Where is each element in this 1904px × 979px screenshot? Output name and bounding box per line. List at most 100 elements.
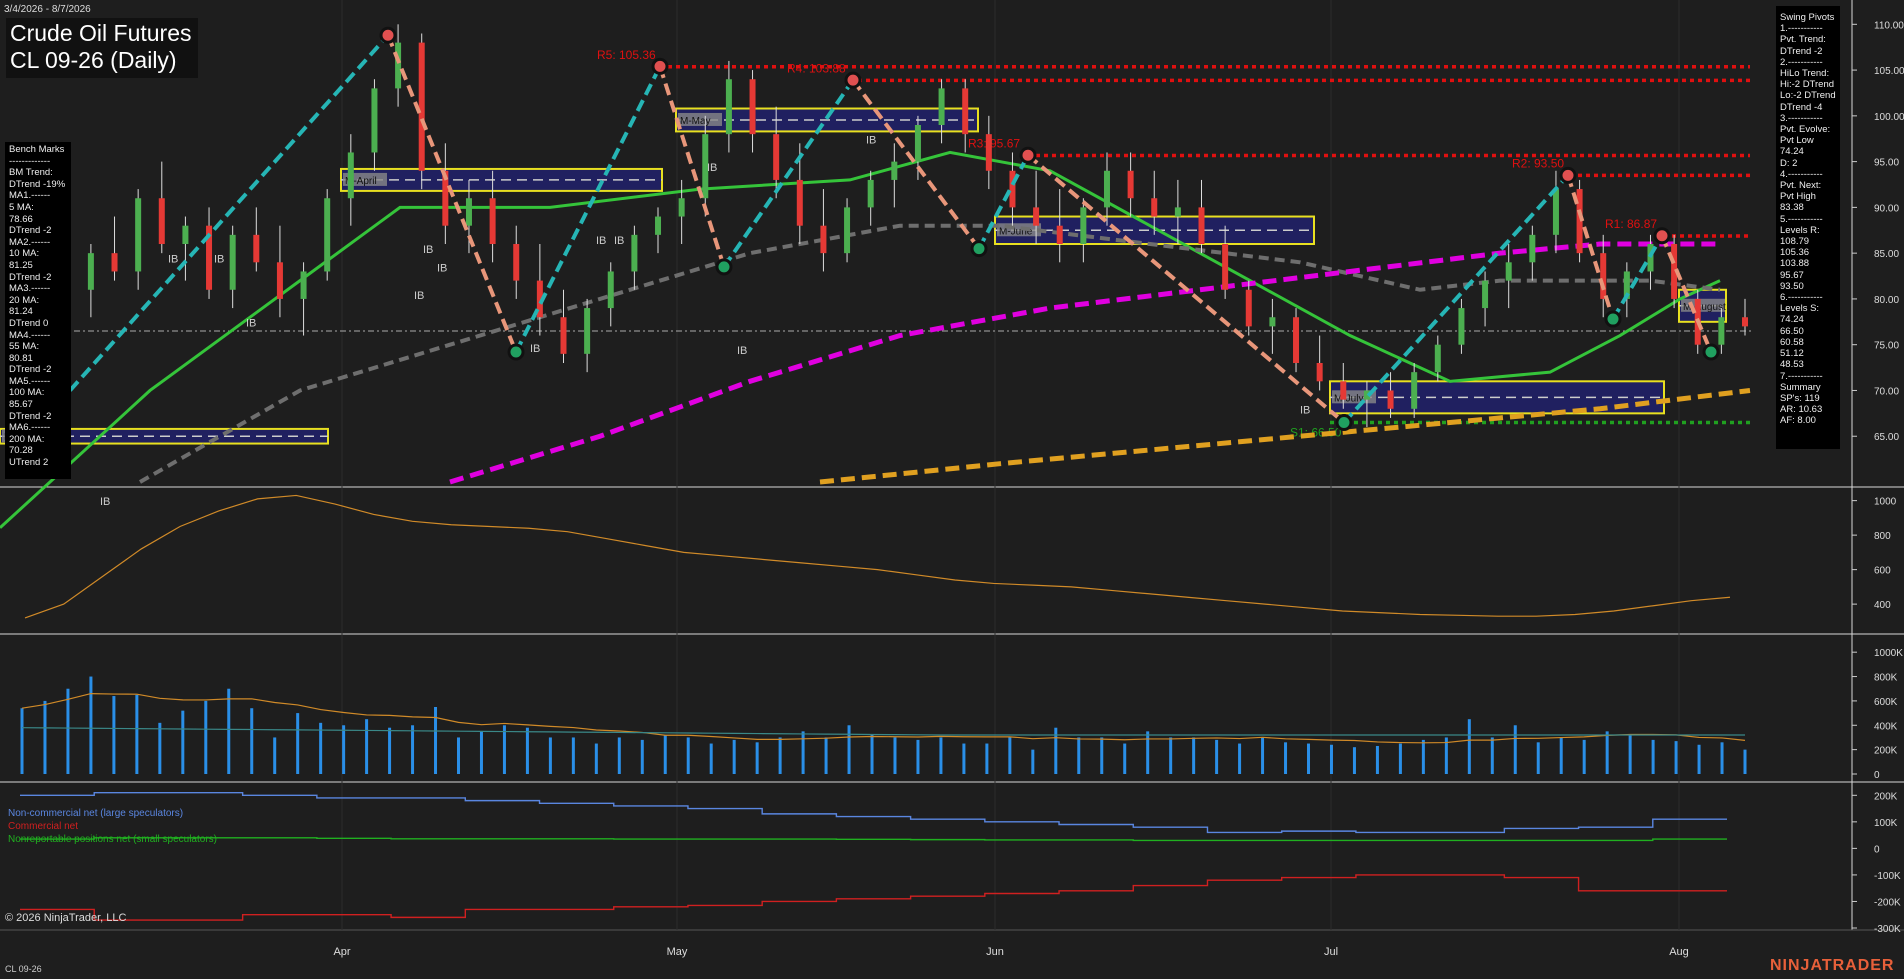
candle-down: [1316, 363, 1323, 382]
cot-tick-label: -100K: [1874, 871, 1901, 882]
y-tick-label: 105.00: [1874, 66, 1904, 77]
candle-down: [1151, 198, 1158, 217]
volume-bar: [1490, 737, 1494, 774]
x-tick-label: Jul: [1324, 946, 1338, 958]
candle-up: [1434, 344, 1441, 373]
volume-bar: [1651, 739, 1655, 774]
cot-tick-label: 200K: [1874, 791, 1898, 802]
volume-bar: [1192, 737, 1196, 774]
cot-legend: Non-commercial net (large speculators) C…: [8, 807, 217, 846]
volume-bar: [893, 737, 897, 774]
bench-line: MA3.------: [9, 283, 51, 295]
volume-bar: [778, 737, 782, 774]
volume-bar: [181, 710, 185, 774]
candle-up: [584, 308, 591, 354]
bench-line: 81.24: [9, 306, 33, 318]
volume-bar: [732, 739, 736, 774]
pivot-high-marker: [844, 71, 862, 89]
volume-bar: [824, 737, 828, 774]
volume-bar: [1536, 742, 1540, 774]
volume-bar: [1674, 741, 1678, 774]
candle-down: [111, 253, 118, 272]
swing-line: 93.50: [1780, 280, 1804, 292]
candle-down: [1387, 390, 1394, 409]
ninjatrader-logo: NINJATRADER: [1770, 957, 1895, 974]
candle-down: [489, 198, 496, 244]
volume-bar: [1215, 739, 1219, 774]
swing-line: AR: 10.63: [1780, 404, 1823, 416]
bench-line: 85.67: [9, 399, 33, 411]
volume-bar: [1100, 737, 1104, 774]
candle-up: [1458, 308, 1465, 345]
candle-up: [725, 79, 732, 135]
pivot-high-marker: [1653, 227, 1671, 245]
volume-bar: [1031, 749, 1035, 774]
bench-line: MA4.------: [9, 329, 51, 341]
candle-down: [985, 134, 992, 171]
volume-bar: [1697, 744, 1701, 774]
candle-down: [513, 244, 520, 281]
candle-down: [820, 225, 827, 254]
x-tick-label: Jun: [986, 946, 1004, 958]
cot-series-line: [20, 791, 1727, 834]
volume-bar: [847, 725, 851, 774]
swing-line: 51.12: [1780, 348, 1804, 360]
swing-line: 105.36: [1780, 247, 1810, 259]
ib-label: IB: [168, 253, 178, 265]
volume-bar: [1582, 739, 1586, 774]
candle-down: [1600, 253, 1607, 299]
candle-up: [1552, 189, 1559, 235]
vol-tick-label: 0: [1874, 770, 1880, 781]
candle-down: [1293, 317, 1300, 363]
volume-bar: [1169, 737, 1173, 774]
swing-line: 2.-----------: [1780, 56, 1823, 68]
swing-down-line: [386, 34, 518, 353]
candle-up: [678, 198, 685, 217]
volume-bar: [1421, 739, 1425, 774]
volume-bar: [1743, 749, 1747, 774]
swing-down-line: [851, 78, 981, 250]
ib-label: IB: [530, 343, 540, 355]
candle-up: [87, 253, 94, 290]
ib-label: IB: [437, 262, 447, 274]
candle-up: [867, 179, 874, 208]
volume-bar: [273, 737, 277, 774]
pivot-low-marker: [1335, 414, 1353, 431]
swing-down-line: [1026, 153, 1346, 425]
pivot-low-marker: [1702, 343, 1720, 361]
candle-down: [1222, 244, 1229, 290]
volume-bar: [456, 737, 460, 774]
candle-down: [418, 42, 425, 171]
candle-up: [1411, 372, 1418, 409]
cot-tick-label: 0: [1874, 844, 1880, 855]
swing-line: 3.-----------: [1780, 112, 1823, 124]
volume-bar: [1123, 743, 1127, 774]
volume-bar: [525, 727, 529, 774]
swing-line: 74.24: [1780, 146, 1804, 158]
pivot-high-marker: [379, 26, 397, 44]
swing-line: Swing Pivots: [1780, 12, 1835, 23]
volume-bar: [571, 737, 575, 774]
candle-down: [796, 179, 803, 226]
candle-up: [607, 271, 614, 309]
ib-label: IB: [737, 345, 747, 357]
volume-bar: [962, 743, 966, 774]
candle-down: [1340, 381, 1347, 400]
candle-down: [749, 79, 756, 135]
candle-down: [1056, 225, 1063, 244]
candle-up: [1080, 207, 1087, 244]
bench-line: MA1.------: [9, 190, 51, 202]
volume-bar: [801, 731, 805, 774]
candle-up: [938, 88, 945, 125]
volume-bar: [1628, 735, 1632, 774]
bench-line: DTrend -2: [9, 271, 52, 283]
volume-bar: [479, 731, 483, 774]
swing-line: 95.67: [1780, 269, 1804, 281]
swing-down-line: [1566, 174, 1615, 320]
swing-line: 5.-----------: [1780, 213, 1823, 225]
resistance-label: R4: 103.88: [787, 61, 846, 75]
bench-line: MA6.------: [9, 422, 51, 434]
bench-line: 70.28: [9, 445, 33, 457]
month-box-label: M-May: [680, 116, 711, 127]
candle-up: [655, 216, 662, 235]
